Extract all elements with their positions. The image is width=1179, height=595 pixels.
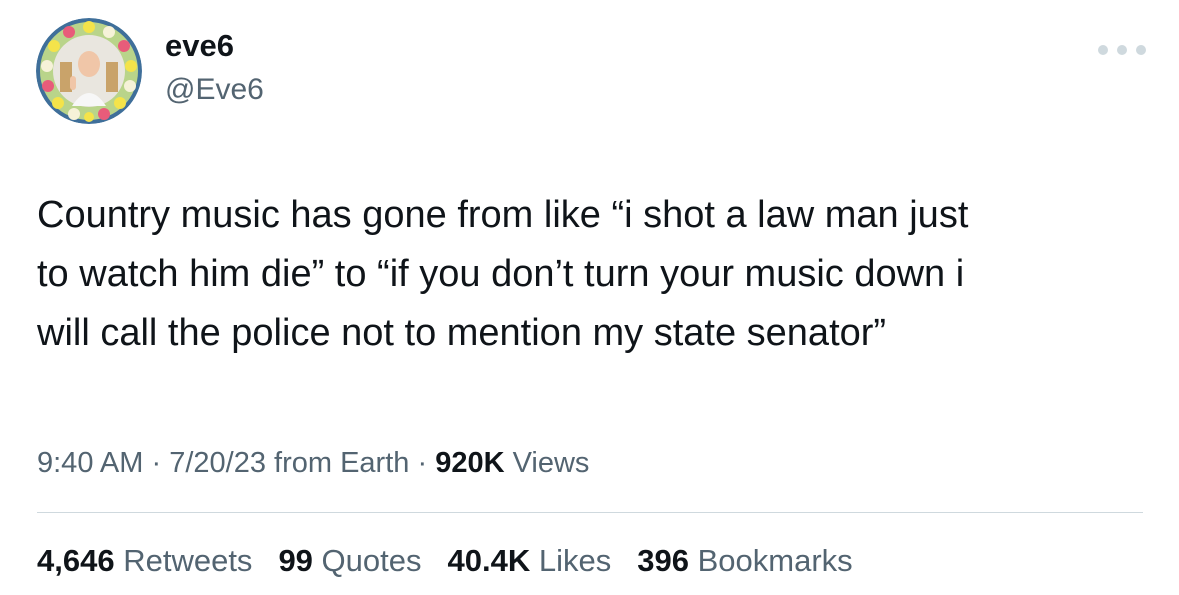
meta-separator: · (417, 447, 428, 479)
tweet-card: eve6 @Eve6 Country music has gone from l… (0, 0, 1179, 595)
retweets-stat[interactable]: 4,646 Retweets (37, 541, 252, 581)
meta-separator: · (151, 447, 162, 479)
dot (1117, 45, 1127, 55)
likes-count: 40.4K (447, 543, 531, 578)
retweets-count: 4,646 (37, 543, 115, 578)
dot (1098, 45, 1108, 55)
likes-label: Likes (538, 543, 612, 578)
views-link[interactable]: 920K Views (435, 447, 589, 479)
bookmarks-count: 396 (637, 543, 689, 578)
more-options-icon[interactable] (1098, 38, 1146, 62)
views-label: Views (512, 447, 590, 479)
dot (1136, 45, 1146, 55)
tweet-time[interactable]: 9:40 AM (37, 447, 143, 479)
tweet-date[interactable]: 7/20/23 (169, 447, 266, 479)
divider (37, 512, 1143, 513)
quotes-stat[interactable]: 99 Quotes (278, 541, 421, 581)
tweet-stats: 4,646 Retweets 99 Quotes 40.4K Likes 396… (37, 541, 853, 581)
author-names: eve6 @Eve6 (165, 28, 264, 108)
avatar[interactable] (36, 18, 142, 124)
avatar-image (36, 18, 142, 124)
tweet-header: eve6 @Eve6 (36, 18, 1146, 128)
tweet-source: from Earth (274, 447, 410, 479)
quotes-label: Quotes (321, 543, 422, 578)
author-display-name[interactable]: eve6 (165, 28, 264, 64)
quotes-count: 99 (278, 543, 313, 578)
tweet-text: Country music has gone from like “i shot… (37, 194, 969, 354)
bookmarks-label: Bookmarks (697, 543, 853, 578)
tweet-meta: 9:40 AM · 7/20/23 from Earth · 920K View… (37, 444, 589, 482)
author-handle[interactable]: @Eve6 (165, 72, 264, 108)
likes-stat[interactable]: 40.4K Likes (448, 541, 612, 581)
retweets-label: Retweets (123, 543, 253, 578)
bookmarks-stat[interactable]: 396 Bookmarks (637, 541, 852, 581)
views-count: 920K (435, 447, 505, 479)
